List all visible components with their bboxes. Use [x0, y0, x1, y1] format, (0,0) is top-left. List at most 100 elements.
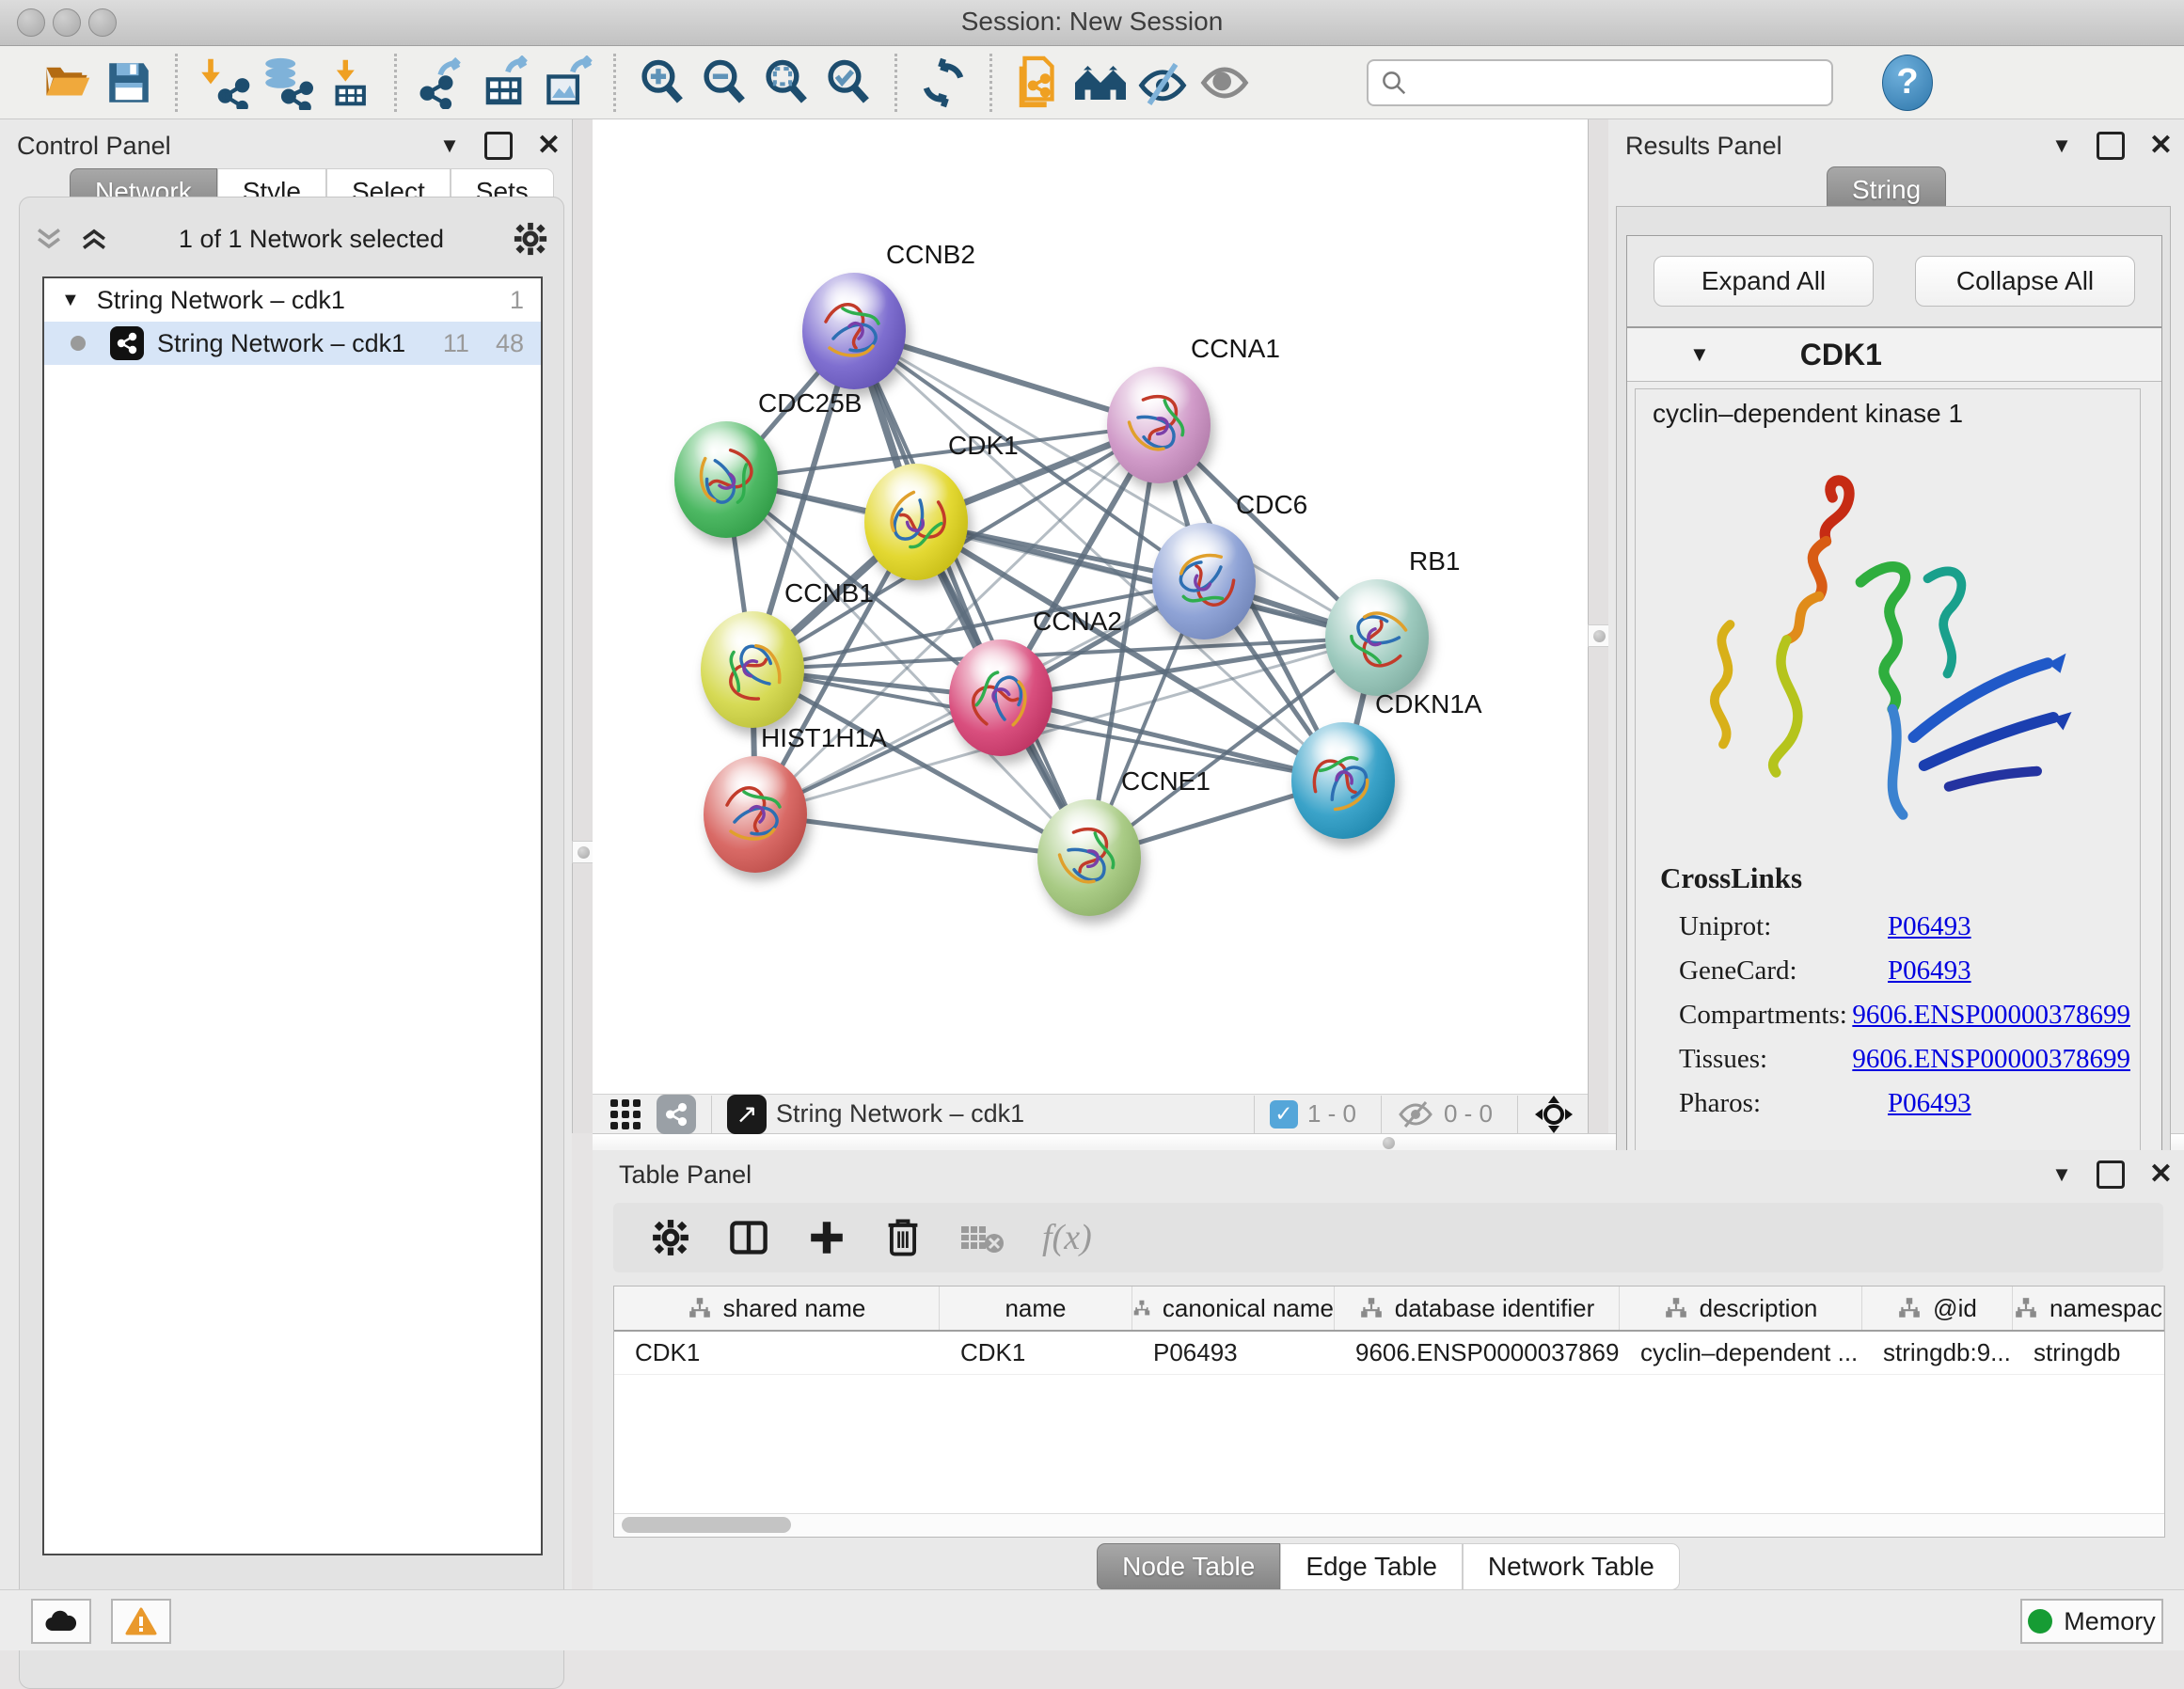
panel-float-icon[interactable] [2097, 132, 2125, 160]
table-cell[interactable]: P06493 [1132, 1332, 1335, 1374]
first-neighbors-icon[interactable] [1069, 53, 1132, 113]
panel-float-icon[interactable] [484, 132, 513, 160]
import-table-icon[interactable] [317, 53, 379, 113]
left-splitter[interactable] [572, 119, 594, 1133]
node-table[interactable]: shared namenamecanonical namedatabase id… [613, 1286, 2165, 1538]
network-collection-row[interactable]: ▼ String Network – cdk1 1 [44, 278, 541, 322]
network-edge[interactable] [854, 331, 1089, 858]
network-node-ccnb1[interactable] [701, 611, 804, 728]
network-node-cdc25b[interactable] [674, 421, 778, 538]
zoom-fit-icon[interactable] [755, 53, 817, 113]
collection-expand-icon[interactable]: ▼ [61, 290, 80, 311]
add-column-icon[interactable] [807, 1218, 847, 1257]
network-row-selected[interactable]: String Network – cdk1 11 48 [44, 322, 541, 365]
grid-view-icon[interactable] [606, 1095, 645, 1134]
refresh-layout-icon[interactable] [912, 53, 974, 113]
help-icon[interactable]: ? [1882, 55, 1933, 111]
right-splitter-handle[interactable] [1588, 624, 1610, 647]
table-row[interactable]: CDK1CDK1P064939606.ENSP00000378699cyclin… [614, 1332, 2164, 1375]
cloud-icon[interactable] [31, 1599, 91, 1644]
clone-network-icon[interactable] [1007, 53, 1069, 113]
table-cell[interactable]: stringdb [2013, 1332, 2164, 1374]
import-database-icon[interactable] [255, 53, 317, 113]
horizontal-splitter-handle[interactable] [1383, 1137, 1395, 1149]
panel-close-icon[interactable]: ✕ [537, 132, 561, 160]
column-header-label: description [1700, 1294, 1818, 1323]
column-header-description[interactable]: description [1620, 1286, 1862, 1330]
memory-button[interactable]: Memory [2020, 1599, 2163, 1644]
network-node-cdk1[interactable] [864, 464, 968, 580]
network-node-cdc6[interactable] [1152, 523, 1256, 639]
panel-close-icon[interactable]: ✕ [2149, 1160, 2173, 1189]
crosslink-link[interactable]: 9606.ENSP00000378699 [1852, 1000, 2130, 1031]
table-hscrollbar-thumb[interactable] [622, 1517, 791, 1533]
search-input[interactable] [1408, 67, 1831, 98]
export-table-icon[interactable] [474, 53, 536, 113]
section-collapse-icon[interactable]: ▼ [1689, 342, 1710, 367]
protein-structure-image [1681, 455, 2076, 850]
collapse-all-icon[interactable] [33, 225, 65, 253]
open-folder-icon[interactable] [36, 53, 98, 113]
table-cell[interactable]: 9606.ENSP00000378699 [1335, 1332, 1620, 1374]
zoom-selected-icon[interactable] [817, 53, 879, 113]
delete-table-icon[interactable] [959, 1221, 1005, 1255]
delete-column-icon[interactable] [884, 1217, 922, 1258]
crosslink-link[interactable]: P06493 [1888, 911, 1971, 942]
column-header-shared-name[interactable]: shared name [614, 1286, 940, 1330]
function-builder-icon[interactable]: f(x) [1042, 1217, 1092, 1258]
export-image-icon[interactable] [536, 53, 598, 113]
column-header-namespac[interactable]: namespac [2013, 1286, 2164, 1330]
show-hide-icon[interactable] [1194, 53, 1256, 113]
left-splitter-handle[interactable] [572, 841, 594, 863]
zoom-in-icon[interactable] [631, 53, 693, 113]
tab-node-table[interactable]: Node Table [1097, 1543, 1280, 1590]
network-node-ccna1[interactable] [1107, 367, 1211, 483]
table-cell[interactable]: CDK1 [614, 1332, 940, 1374]
hide-selected-icon[interactable] [1132, 53, 1194, 113]
network-node-ccna2[interactable] [949, 639, 1052, 756]
network-node-cdkn1a[interactable] [1291, 722, 1395, 839]
panel-menu-icon[interactable]: ▼ [2051, 134, 2072, 158]
selected-checkbox-icon[interactable]: ✓ [1270, 1100, 1298, 1129]
show-columns-icon[interactable] [728, 1217, 769, 1258]
export-network-icon[interactable] [412, 53, 474, 113]
crosslink-link[interactable]: 9606.ENSP00000378699 [1852, 1044, 2130, 1075]
birds-eye-view-icon[interactable]: ↗ [727, 1095, 767, 1134]
expand-all-icon[interactable] [78, 225, 110, 253]
table-cell[interactable]: stringdb:9... [1862, 1332, 2013, 1374]
crosslink-link[interactable]: P06493 [1888, 955, 1971, 987]
table-hscrollbar[interactable] [614, 1513, 2164, 1537]
panel-menu-icon[interactable]: ▼ [2051, 1162, 2072, 1187]
expand-all-button[interactable]: Expand All [1654, 256, 1874, 307]
collapse-all-button[interactable]: Collapse All [1915, 256, 2135, 307]
crosslink-link[interactable]: P06493 [1888, 1088, 1971, 1119]
network-node-rb1[interactable] [1325, 579, 1429, 696]
column-header-canonical-name[interactable]: canonical name [1132, 1286, 1335, 1330]
network-node-ccne1[interactable] [1037, 799, 1141, 916]
import-network-icon[interactable] [193, 53, 255, 113]
panel-menu-icon[interactable]: ▼ [439, 134, 460, 158]
panel-float-icon[interactable] [2097, 1160, 2125, 1189]
right-splitter[interactable] [1588, 119, 1610, 1133]
column-header--id[interactable]: @id [1862, 1286, 2013, 1330]
warning-icon[interactable] [111, 1599, 171, 1644]
hidden-eye-icon[interactable] [1397, 1099, 1434, 1129]
table-gear-icon[interactable] [651, 1218, 690, 1257]
network-node-hist1h1a[interactable] [704, 756, 807, 873]
tab-edge-table[interactable]: Edge Table [1280, 1543, 1463, 1590]
crosshair-icon[interactable] [1533, 1094, 1575, 1135]
network-view-icon[interactable] [657, 1095, 696, 1134]
gear-icon[interactable] [513, 221, 548, 257]
save-icon[interactable] [98, 53, 160, 113]
column-header-name[interactable]: name [940, 1286, 1132, 1330]
table-cell[interactable]: CDK1 [940, 1332, 1132, 1374]
network-node-ccnb2[interactable] [802, 273, 906, 389]
zoom-out-icon[interactable] [693, 53, 755, 113]
status-separator [1254, 1096, 1255, 1133]
tab-network-table[interactable]: Network Table [1463, 1543, 1680, 1590]
panel-close-icon[interactable]: ✕ [2149, 132, 2173, 160]
table-cell[interactable]: cyclin–dependent ... [1620, 1332, 1862, 1374]
network-canvas[interactable]: CCNB2CCNA1CDC25BCDK1CDC6RB1CCNB1CCNA2CDK… [593, 119, 1588, 1094]
crosslink-row: Tissues:9606.ENSP00000378699 [1679, 1037, 2130, 1081]
column-header-database-identifier[interactable]: database identifier [1335, 1286, 1620, 1330]
